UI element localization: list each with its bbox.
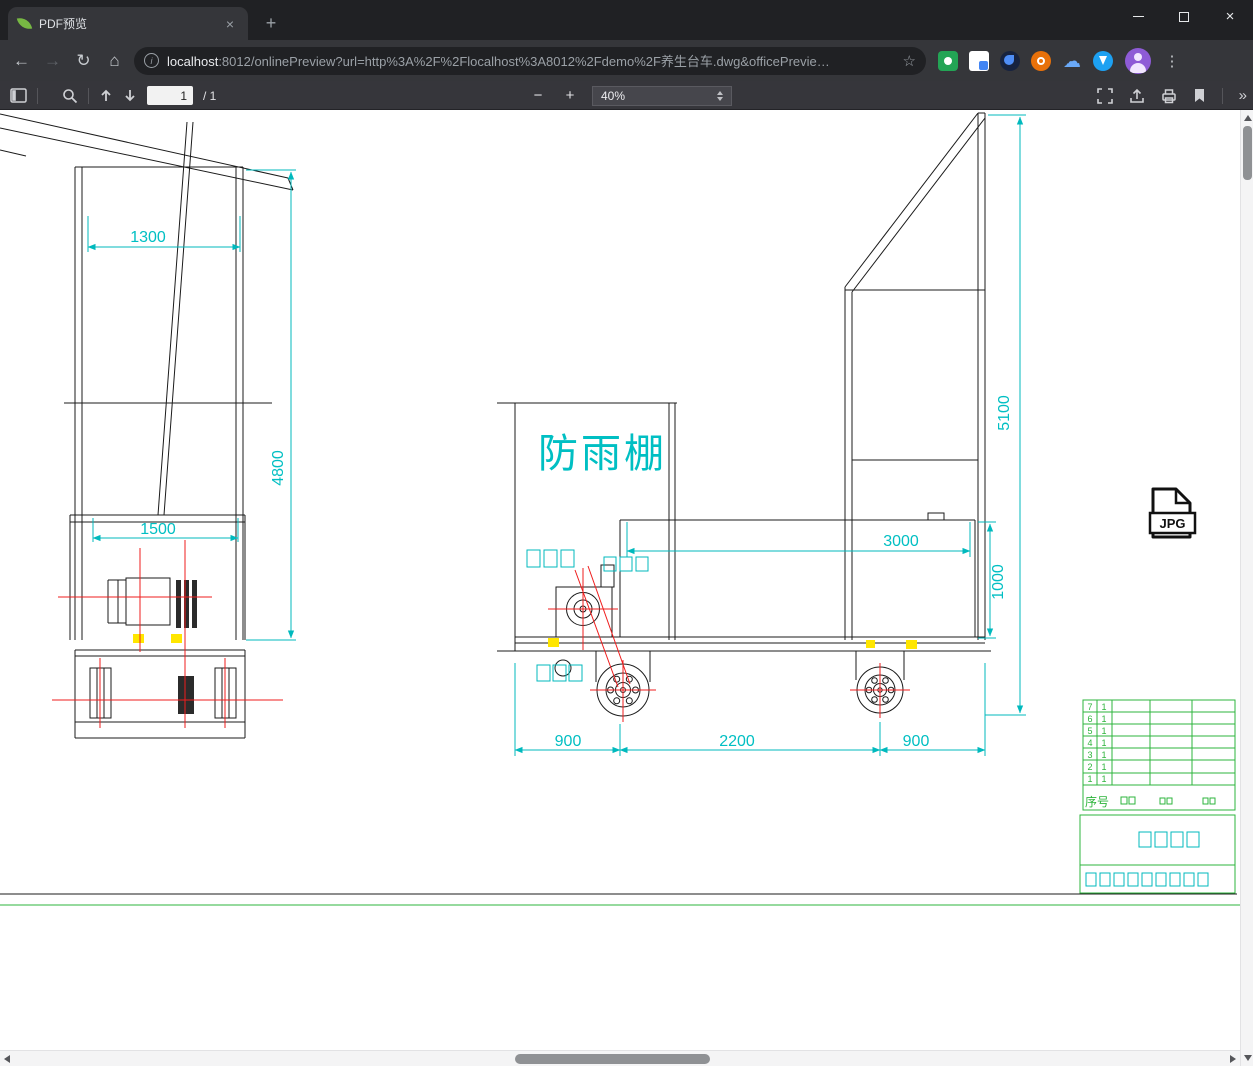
dim-3000-label: 3000 (883, 533, 919, 550)
side-view: 防雨棚 3000 1000 5100 900 2200 900 (497, 112, 1026, 756)
vertical-scrollbar-thumb[interactable] (1242, 126, 1252, 180)
browser-toolbar: ← → ↻ ⌂ i localhost:8012/onlinePreview?u… (0, 40, 1253, 81)
dim-2200-label: 2200 (719, 733, 755, 750)
row-number: 1 (1087, 774, 1092, 784)
close-button[interactable]: × (1207, 0, 1253, 33)
address-bar[interactable]: i localhost:8012/onlinePreview?url=http%… (134, 46, 926, 75)
minimize-icon (1132, 15, 1144, 18)
toolbar-divider (88, 87, 89, 104)
front-view: 1300 4800 1500 (0, 113, 296, 739)
dim-1000-label: 1000 (990, 564, 1007, 600)
cad-drawing: 1300 4800 1500 防雨棚 3000 1000 5100 900 22… (0, 112, 1240, 906)
row-qty: 1 (1101, 714, 1106, 724)
parts-table: 7 6 5 4 3 2 1 1 1 1 1 1 1 1 序号 (1079, 699, 1236, 894)
window-controls: × (1115, 0, 1253, 33)
row-qty: 1 (1101, 726, 1106, 736)
page-number-input[interactable] (147, 86, 193, 105)
site-info-icon[interactable]: i (144, 53, 159, 68)
row-number: 5 (1087, 726, 1092, 736)
new-tab-button[interactable]: + (258, 10, 284, 36)
extension-icon-green[interactable] (938, 50, 958, 71)
dim-900-left-label: 900 (555, 733, 582, 750)
dim-5100-label: 5100 (996, 395, 1013, 431)
extension-icon-dark-orb[interactable] (1000, 50, 1020, 71)
toolbar-divider (37, 87, 38, 104)
search-icon[interactable] (62, 88, 78, 104)
centerlines (52, 540, 283, 728)
print-icon[interactable] (1161, 88, 1177, 104)
row-number: 6 (1087, 714, 1092, 724)
centerlines (548, 565, 910, 722)
jpg-file-icon: JPG (1148, 487, 1197, 539)
browser-tab[interactable]: PDF预览 × (8, 7, 248, 40)
more-tools-icon[interactable]: » (1239, 87, 1247, 104)
horizontal-scrollbar[interactable] (0, 1050, 1240, 1066)
next-page-icon[interactable] (123, 88, 137, 103)
back-button[interactable]: ← (6, 45, 37, 76)
tab-close-icon[interactable]: × (222, 15, 238, 33)
table-header-serial: 序号 (1085, 794, 1109, 809)
previous-page-icon[interactable] (99, 88, 113, 103)
pdf-page-canvas: 1300 4800 1500 防雨棚 3000 1000 5100 900 22… (0, 110, 1253, 1079)
home-button[interactable]: ⌂ (99, 45, 130, 76)
dim-900-right-label: 900 (903, 733, 930, 750)
row-qty: 1 (1101, 774, 1106, 784)
forward-button[interactable]: → (37, 45, 68, 76)
row-number: 4 (1087, 738, 1092, 748)
tab-favicon-leaf-icon (16, 15, 33, 32)
extension-icon-orange[interactable] (1031, 50, 1051, 71)
horizontal-scrollbar-thumb[interactable] (515, 1053, 710, 1064)
sidebar-toggle-icon[interactable] (10, 88, 27, 103)
tab-title: PDF预览 (39, 17, 88, 31)
url-text: localhost:8012/onlinePreview?url=http%3A… (167, 51, 895, 70)
zoom-value: 40% (601, 88, 626, 103)
zoom-in-button[interactable]: + (560, 87, 580, 104)
row-number: 7 (1087, 702, 1092, 712)
tab-strip: PDF预览 × + × (0, 0, 1253, 40)
row-qty: 1 (1101, 750, 1106, 760)
extension-icon-cloud[interactable]: ☁ (1062, 51, 1082, 71)
extension-icon-translate[interactable] (969, 50, 989, 71)
bookmark-icon[interactable] (1193, 88, 1206, 103)
reload-button[interactable]: ↻ (68, 45, 99, 76)
maximize-button[interactable] (1161, 0, 1207, 33)
extension-icon-blue[interactable] (1093, 50, 1113, 71)
browser-menu-icon[interactable]: ⋮ (1159, 48, 1185, 74)
row-number: 3 (1087, 750, 1092, 760)
scroll-up-icon[interactable] (1243, 115, 1252, 121)
extension-area: ☁ (938, 50, 1113, 71)
zoom-select[interactable]: 40% (592, 85, 732, 106)
dim-1500-label: 1500 (140, 521, 176, 538)
dim-1300-label: 1300 (130, 229, 166, 246)
row-qty: 1 (1101, 738, 1106, 748)
row-number: 2 (1087, 762, 1092, 772)
zoom-out-button[interactable]: − (528, 87, 548, 104)
row-qty: 1 (1101, 702, 1106, 712)
pdf-toolbar: / 1 − + 40% » (0, 81, 1253, 110)
page-total-label: / 1 (203, 88, 217, 103)
scroll-left-icon[interactable] (4, 1055, 10, 1063)
open-file-icon[interactable] (1129, 88, 1145, 104)
minimize-button[interactable] (1115, 0, 1161, 33)
zoom-select-arrows-icon (717, 90, 723, 101)
row-qty: 1 (1101, 762, 1106, 772)
url-path: :8012/onlinePreview?url=http%3A%2F%2Floc… (218, 54, 830, 69)
maximize-icon (1179, 11, 1189, 22)
scroll-right-icon[interactable] (1230, 1055, 1236, 1063)
dim-4800-label: 4800 (270, 450, 287, 486)
url-host: localhost (167, 54, 219, 69)
rain-shelter-label: 防雨棚 (538, 432, 667, 476)
jpg-badge-label: JPG (1159, 516, 1185, 531)
scroll-down-icon[interactable] (1243, 1055, 1252, 1061)
bookmark-star-icon[interactable]: ☆ (903, 52, 916, 70)
toolbar-divider (1221, 87, 1223, 104)
vertical-scrollbar[interactable] (1240, 110, 1253, 1066)
profile-avatar[interactable] (1125, 47, 1151, 74)
presentation-mode-icon[interactable] (1096, 87, 1113, 104)
